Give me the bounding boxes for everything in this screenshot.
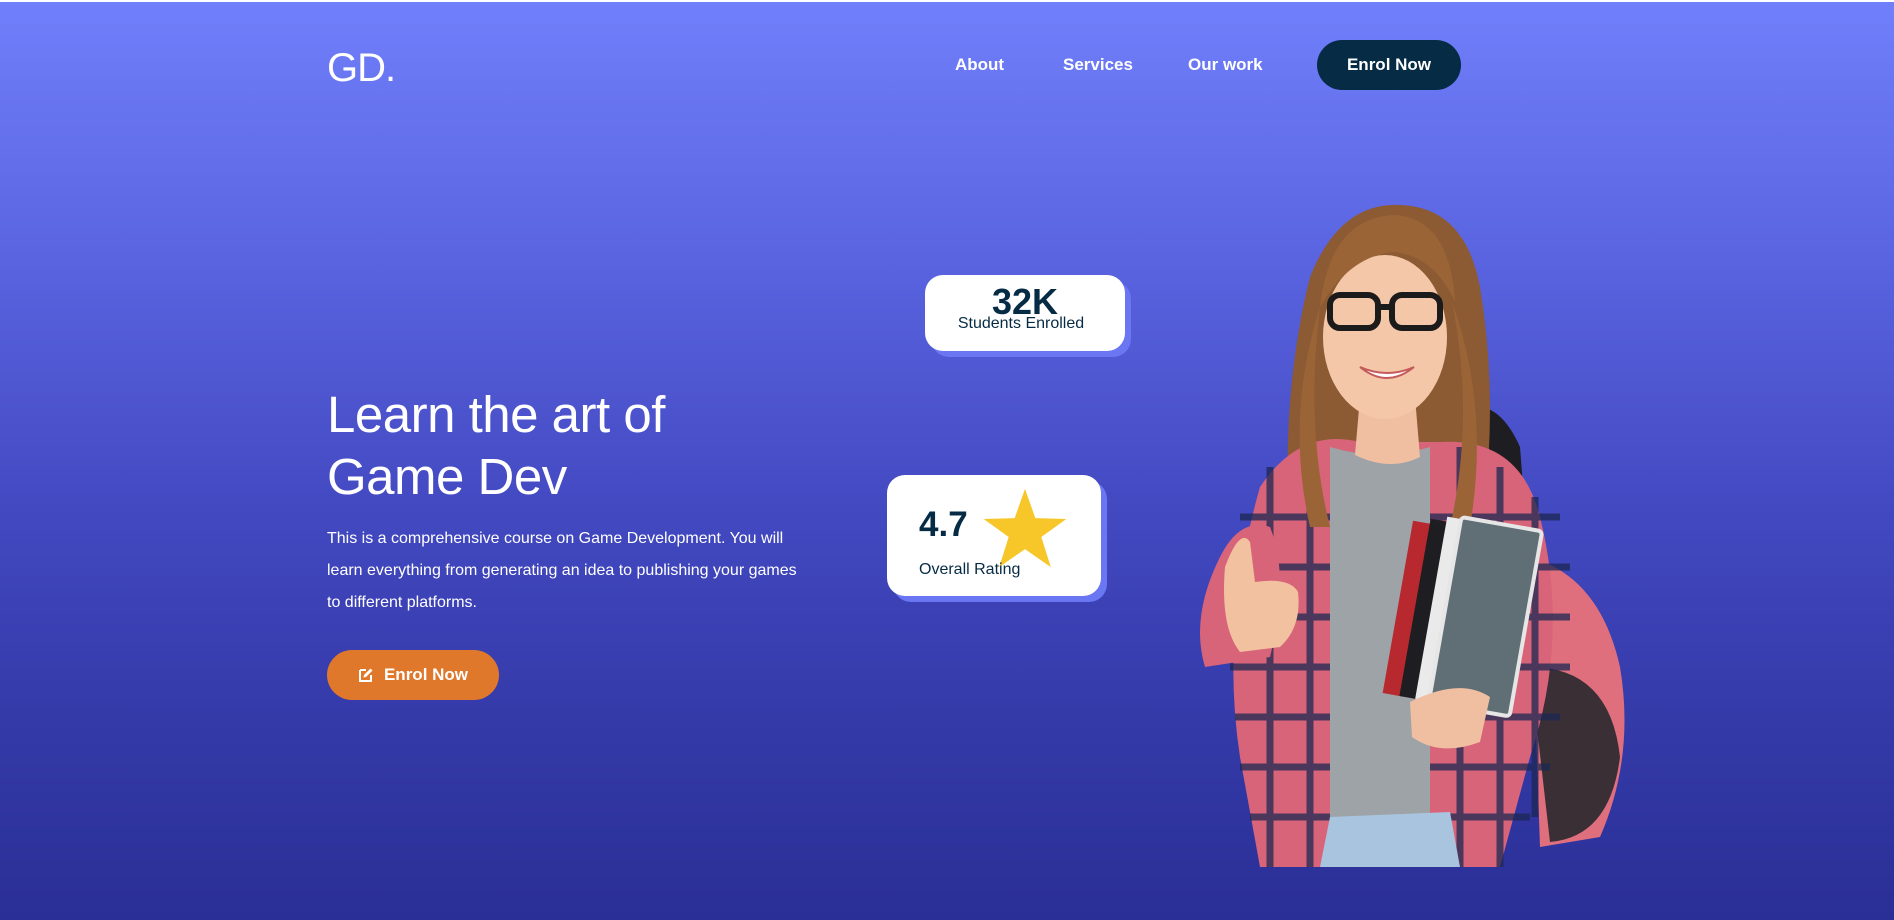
rating-card: 4.7 Overall Rating <box>887 475 1101 596</box>
edit-icon <box>358 667 374 683</box>
students-label: Students Enrolled <box>957 315 1085 332</box>
nav-about-link[interactable]: About <box>955 55 1004 75</box>
students-enrolled-card: 32K Students Enrolled <box>925 275 1125 351</box>
hero-enrol-label: Enrol Now <box>383 665 469 684</box>
hero-title: Learn the art of Game Dev <box>327 384 787 508</box>
rating-value: 4.7 <box>919 505 968 544</box>
star-icon <box>983 488 1067 568</box>
logo[interactable]: GD. <box>327 46 396 91</box>
students-count: 32K <box>991 281 1059 322</box>
nav-services-link[interactable]: Services <box>1063 55 1133 75</box>
hero-page: GD. About Services Our work Enrol Now Le… <box>0 0 1894 920</box>
hero-description: This is a comprehensive course on Game D… <box>327 530 797 611</box>
rating-label: Overall Rating <box>919 561 1021 578</box>
nav-our-work-link[interactable]: Our work <box>1188 55 1263 75</box>
header-enrol-button[interactable]: Enrol Now <box>1317 40 1461 90</box>
hero-title-line2: Game Dev <box>327 448 567 505</box>
student-photo <box>1200 204 1625 867</box>
hero-enrol-button[interactable]: Enrol Now <box>327 650 499 700</box>
hero-title-line1: Learn the art of <box>327 386 665 443</box>
